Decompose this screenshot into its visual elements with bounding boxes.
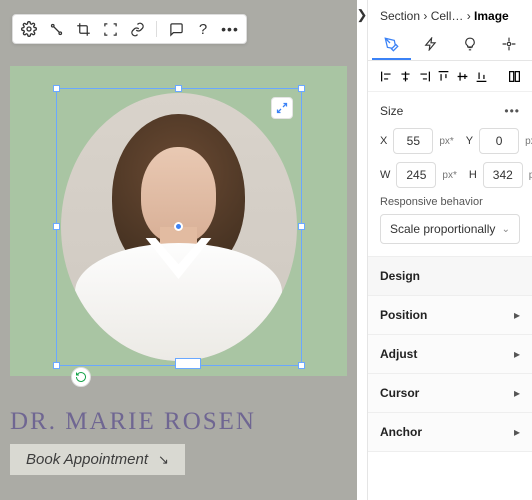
tab-code[interactable] bbox=[489, 31, 528, 60]
help-icon[interactable]: ? bbox=[195, 21, 211, 37]
more-icon[interactable]: ••• bbox=[222, 21, 238, 37]
cta-label: Book Appointment bbox=[26, 451, 148, 468]
handle-bl[interactable] bbox=[53, 362, 60, 369]
tab-design[interactable] bbox=[372, 31, 411, 60]
align-bottom-icon[interactable] bbox=[475, 69, 488, 83]
image-frame bbox=[10, 66, 347, 376]
chevron-down-icon: ⌄ bbox=[502, 224, 510, 235]
y-input[interactable] bbox=[479, 128, 519, 154]
chevron-right-icon: ▸ bbox=[514, 386, 520, 400]
tab-interaction[interactable] bbox=[450, 31, 489, 60]
panel-tabs bbox=[368, 23, 532, 61]
y-unit[interactable]: px* bbox=[525, 136, 532, 147]
align-top-icon[interactable] bbox=[437, 69, 450, 83]
w-label: W bbox=[380, 169, 390, 181]
h-label: H bbox=[469, 169, 477, 181]
accordion-adjust[interactable]: Adjust▸ bbox=[368, 335, 532, 374]
accordion-design[interactable]: Design▸ bbox=[368, 256, 532, 296]
y-label: Y bbox=[466, 135, 473, 147]
handle-tr[interactable] bbox=[298, 85, 305, 92]
tab-animation[interactable] bbox=[411, 31, 450, 60]
handle-mr[interactable] bbox=[298, 223, 305, 230]
focal-icon[interactable] bbox=[102, 21, 118, 37]
animation-icon[interactable] bbox=[48, 21, 64, 37]
comment-icon[interactable] bbox=[168, 21, 184, 37]
handle-tl[interactable] bbox=[53, 85, 60, 92]
properties-panel: Section › Cell… › Image Size ••• X px* Y… bbox=[367, 0, 532, 500]
handle-bc[interactable] bbox=[175, 358, 201, 369]
responsive-select[interactable]: Scale proportionally ⌄ bbox=[380, 214, 520, 244]
w-input[interactable] bbox=[396, 162, 436, 188]
align-center-h-icon[interactable] bbox=[399, 69, 412, 83]
breadcrumb-image[interactable]: Image bbox=[474, 9, 509, 23]
accordion-anchor[interactable]: Anchor▸ bbox=[368, 413, 532, 452]
accordion-position[interactable]: Position▸ bbox=[368, 296, 532, 335]
book-appointment-button[interactable]: Book Appointment ↘ bbox=[10, 444, 185, 475]
responsive-label: Responsive behavior bbox=[380, 196, 520, 208]
match-size-icon[interactable] bbox=[508, 69, 521, 83]
align-middle-icon[interactable] bbox=[456, 69, 469, 83]
accordion-cursor[interactable]: Cursor▸ bbox=[368, 374, 532, 413]
settings-icon[interactable] bbox=[21, 21, 37, 37]
handle-br[interactable] bbox=[298, 362, 305, 369]
x-unit[interactable]: px* bbox=[439, 136, 453, 147]
crop-icon[interactable] bbox=[75, 21, 91, 37]
align-right-icon[interactable] bbox=[418, 69, 431, 83]
toolbar-separator bbox=[156, 21, 157, 37]
editor-canvas: ? ••• DR. MARIE ROSEN Book Appointment ↘ bbox=[0, 0, 357, 500]
x-label: X bbox=[380, 135, 387, 147]
page-heading: DR. MARIE ROSEN bbox=[10, 408, 347, 436]
breadcrumb-cell[interactable]: Cell… bbox=[431, 9, 464, 23]
selection-box[interactable] bbox=[56, 88, 302, 366]
size-label: Size bbox=[380, 104, 403, 118]
alignment-row bbox=[368, 61, 532, 92]
expand-icon[interactable] bbox=[271, 97, 293, 119]
context-toolbar: ? ••• bbox=[12, 14, 247, 44]
size-section: Size ••• X px* Y px* W px* H px* Respons… bbox=[368, 92, 532, 256]
collapse-panel-icon[interactable]: ❯ bbox=[355, 8, 369, 22]
link-icon[interactable] bbox=[129, 21, 145, 37]
handle-tc[interactable] bbox=[175, 85, 182, 92]
size-more-icon[interactable]: ••• bbox=[504, 104, 520, 118]
h-input[interactable] bbox=[483, 162, 523, 188]
align-left-icon[interactable] bbox=[380, 69, 393, 83]
arrow-icon: ↘ bbox=[158, 452, 169, 468]
rotate-handle[interactable] bbox=[71, 367, 91, 387]
center-handle[interactable] bbox=[174, 222, 183, 231]
responsive-value: Scale proportionally bbox=[390, 222, 495, 236]
x-input[interactable] bbox=[393, 128, 433, 154]
breadcrumb: Section › Cell… › Image bbox=[368, 0, 532, 23]
handle-ml[interactable] bbox=[53, 223, 60, 230]
chevron-right-icon: ▸ bbox=[514, 308, 520, 322]
breadcrumb-section[interactable]: Section bbox=[380, 9, 420, 23]
chevron-right-icon: ▸ bbox=[514, 425, 520, 439]
chevron-right-icon: ▸ bbox=[514, 347, 520, 361]
w-unit[interactable]: px* bbox=[442, 170, 456, 181]
panel-divider[interactable]: ❯ bbox=[357, 0, 367, 500]
